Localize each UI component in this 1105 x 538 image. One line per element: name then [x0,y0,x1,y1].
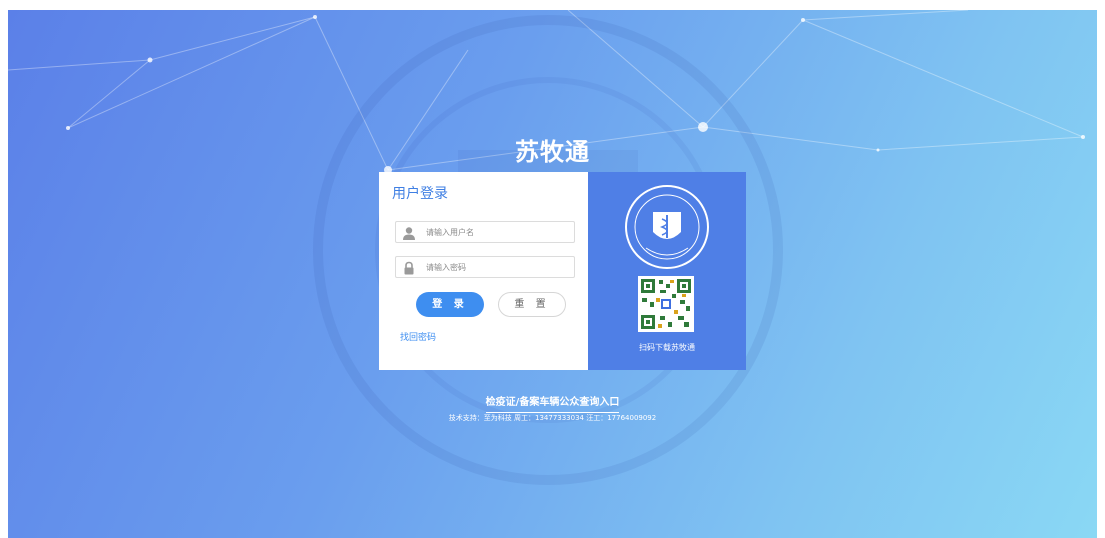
login-button[interactable]: 登 录 [416,292,484,317]
app-title: 苏牧通 [515,138,590,166]
forgot-password-link[interactable]: 找回密码 [400,330,436,343]
reset-button[interactable]: 重 置 [498,292,566,317]
footer-support: 技术支持：至为科技 周工：13477333034 汪工：17764009092 [448,414,657,422]
qr-caption: 扫码下载苏牧通 [639,343,695,352]
public-query-link[interactable]: 检疫证/备案车辆公众查询入口 [485,397,620,413]
qr-code-icon [638,276,694,332]
password-field[interactable] [395,256,575,278]
username-input[interactable] [426,222,566,242]
username-field[interactable] [395,221,575,243]
emblem-icon [625,185,709,269]
lock-icon [404,261,414,275]
login-panel: 用户登录 登 录 重 置 找回密码 [379,172,746,370]
app-info-panel: 扫码下载苏牧通 [588,172,746,370]
login-title: 用户登录 [392,186,448,202]
login-form: 用户登录 登 录 重 置 找回密码 [379,172,588,370]
public-query-entry: 检疫证/备案车辆公众查询入口 [8,390,1097,413]
user-icon [403,227,415,240]
login-page: 苏牧通 用户登录 登 录 重 置 找回密码 [8,10,1097,538]
password-input[interactable] [426,257,566,277]
